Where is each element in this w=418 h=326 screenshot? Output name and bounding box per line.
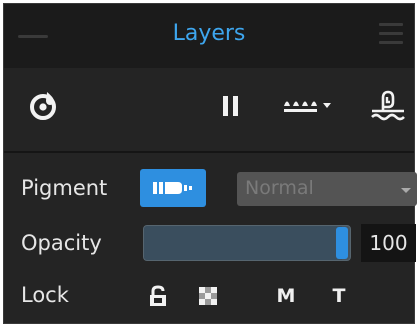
layer-options-button[interactable] [280,88,340,124]
menu-icon[interactable] [379,23,403,45]
lock-label: Lock [21,283,69,307]
pause-icon [223,96,238,116]
opacity-slider-handle[interactable] [336,227,348,259]
trace-button[interactable] [368,88,408,124]
opacity-label: Opacity [21,231,102,255]
record-icon [30,92,56,120]
chevron-down-icon [401,188,411,193]
pigment-label: Pigment [21,176,108,200]
panel-header: Layers [4,4,414,68]
pause-button[interactable] [216,88,246,124]
lock-m-button[interactable]: M [274,283,298,309]
blend-mode-dropdown[interactable]: Normal [237,172,417,206]
divider [4,151,414,153]
record-button[interactable] [24,88,64,124]
lock-alpha-button[interactable] [197,283,219,309]
lock-transparency-button[interactable] [147,283,169,309]
opacity-slider-fill [144,226,342,260]
layers-panel: Layers Pigment Normal Opacity 100 Lock M… [3,3,417,324]
blend-mode-value: Normal [245,177,314,199]
lock-m-label: M [276,285,296,307]
checkerboard-icon [199,287,217,305]
pigment-button[interactable] [140,169,206,207]
brush-stroke-icon [153,182,192,194]
lock-t-label: T [332,285,346,307]
panel-title: Layers [172,21,246,46]
opacity-value-field[interactable]: 100 [361,224,416,262]
layer-options-icon [284,101,331,112]
lock-t-button[interactable]: T [327,283,351,309]
unlock-icon [150,285,166,306]
trace-icon [371,90,405,121]
opacity-slider[interactable] [143,225,351,261]
